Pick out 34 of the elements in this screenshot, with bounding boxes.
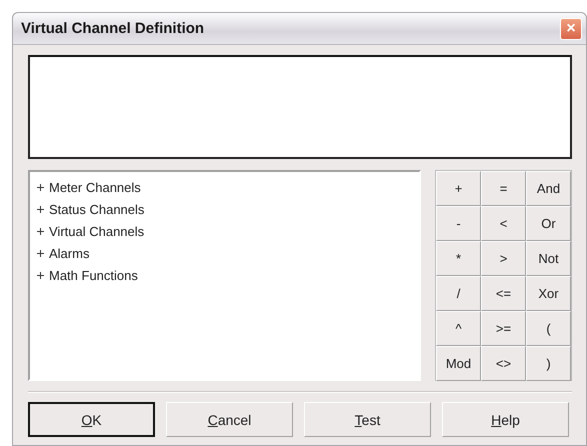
tree-item[interactable]: Math Functions (49, 268, 138, 282)
operator-button[interactable]: - (436, 206, 481, 241)
operator-button[interactable]: ) (526, 346, 571, 381)
expand-icon[interactable] (36, 182, 45, 192)
operator-button[interactable]: ^ (436, 311, 481, 346)
operator-button[interactable]: > (481, 241, 526, 276)
operator-button[interactable]: <= (481, 276, 526, 311)
tree-item[interactable]: Status Channels (49, 202, 144, 216)
operator-button[interactable]: Xor (526, 276, 571, 311)
operator-button[interactable]: * (436, 241, 481, 276)
dialog-button[interactable]: Test (304, 402, 431, 437)
tree-item[interactable]: Virtual Channels (49, 224, 144, 238)
operator-button[interactable]: <> (481, 346, 526, 381)
dialog-button[interactable]: Cancel (166, 402, 293, 437)
expand-icon[interactable] (36, 204, 45, 214)
dialog-button[interactable]: Help (442, 402, 569, 437)
operator-button[interactable]: = (481, 171, 526, 206)
operator-button[interactable]: < (481, 206, 526, 241)
expression-field[interactable] (28, 55, 572, 159)
dialog-button[interactable]: OK (28, 402, 155, 437)
operator-button[interactable]: / (436, 276, 481, 311)
operator-button[interactable]: Or (526, 206, 571, 241)
operator-button[interactable]: And (526, 171, 571, 206)
tree-item[interactable]: Meter Channels (49, 180, 141, 194)
window-title: Virtual Channel Definition (21, 20, 204, 37)
tree-item[interactable]: Alarms (49, 246, 90, 260)
expand-icon[interactable] (36, 248, 45, 258)
operator-button[interactable]: Not (526, 241, 571, 276)
operator-button[interactable]: Mod (436, 346, 481, 381)
operator-button[interactable]: ( (526, 311, 571, 346)
operator-button[interactable]: >= (481, 311, 526, 346)
expand-icon[interactable] (36, 226, 45, 236)
operator-button[interactable]: + (436, 171, 481, 206)
expand-icon[interactable] (36, 270, 45, 280)
